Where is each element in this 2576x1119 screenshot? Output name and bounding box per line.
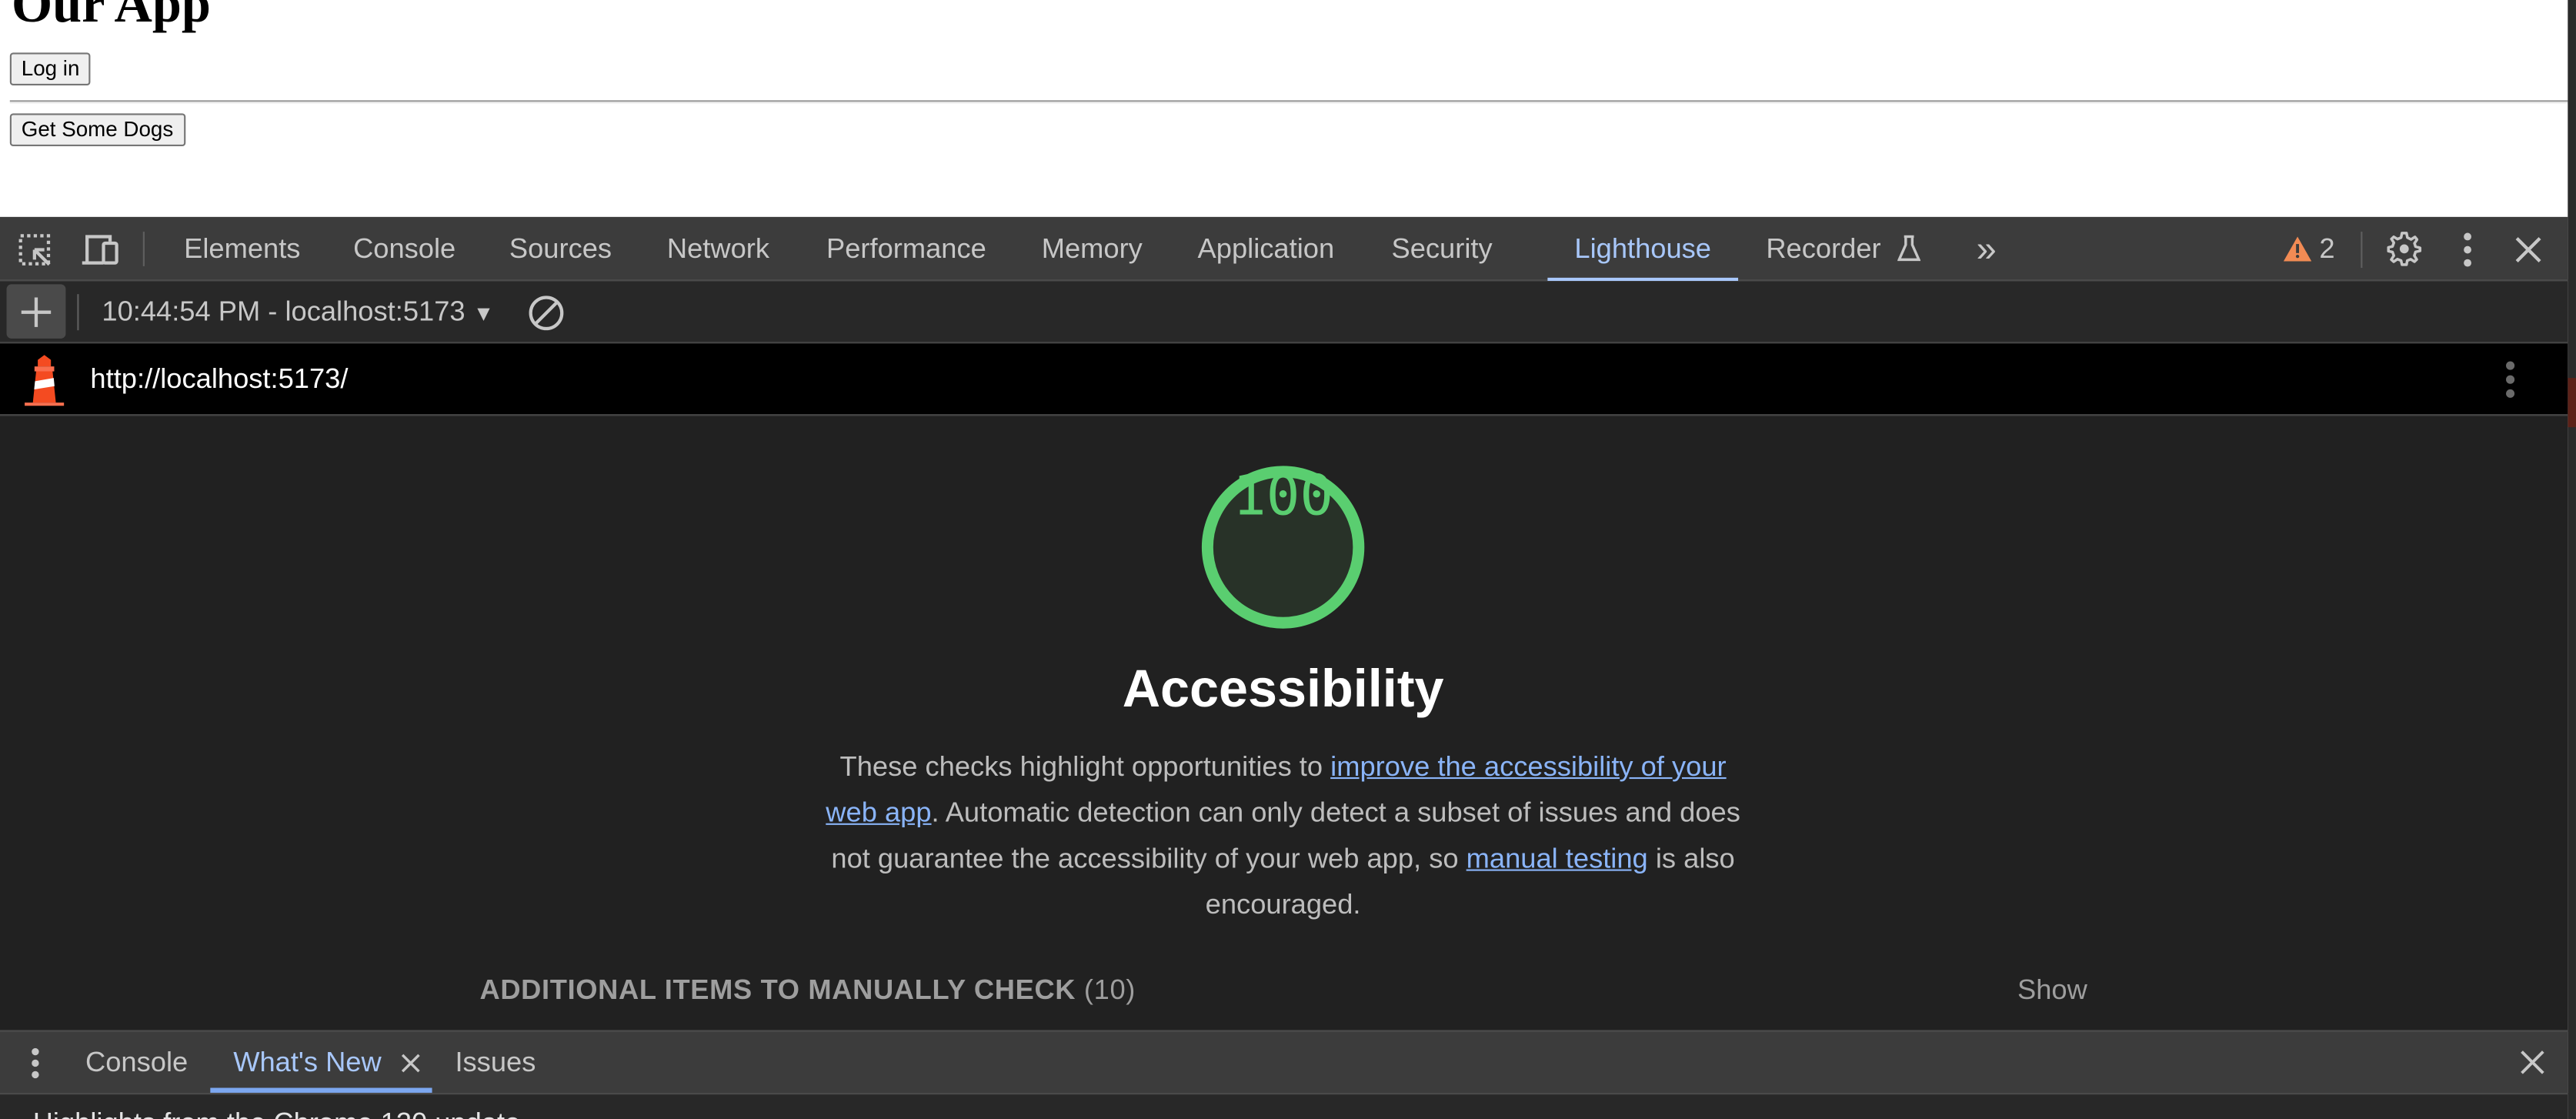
report-selector-value: 10:44:54 PM - localhost:5173 xyxy=(102,296,465,327)
manual-checks-title: ADDITIONAL ITEMS TO MANUALLY CHECK xyxy=(479,974,1076,1006)
divider xyxy=(9,100,2568,104)
new-report-button[interactable] xyxy=(6,284,66,339)
experiment-flask-icon xyxy=(1896,235,1920,262)
tab-security[interactable]: Security xyxy=(1392,217,1493,281)
clear-all-icon[interactable] xyxy=(527,294,565,332)
get-dogs-button[interactable]: Get Some Dogs xyxy=(9,113,185,147)
dropdown-arrow-icon: ▼ xyxy=(472,300,495,326)
window-edge xyxy=(2568,0,2576,1119)
tab-elements[interactable]: Elements xyxy=(184,217,300,281)
close-devtools-icon[interactable] xyxy=(2515,236,2541,263)
drawer-tab-issues[interactable]: Issues xyxy=(455,1032,536,1093)
report-selector[interactable]: 10:44:54 PM - localhost:5173 ▼ xyxy=(102,281,494,342)
tab-application[interactable]: Application xyxy=(1198,217,1335,281)
drawer-tab-console[interactable]: Console xyxy=(85,1032,188,1093)
close-drawer-icon[interactable] xyxy=(2520,1050,2544,1074)
lighthouse-report: 100 Accessibility These checks highlight… xyxy=(0,416,2568,1030)
category-title: Accessibility xyxy=(1122,659,1444,719)
toolbar-divider xyxy=(2361,232,2363,269)
tab-performance[interactable]: Performance xyxy=(826,217,986,281)
desc-text: These checks highlight opportunities to xyxy=(839,750,1331,783)
inspect-element-icon[interactable] xyxy=(18,233,54,269)
tab-recorder-label: Recorder xyxy=(1766,233,1881,265)
warning-count: 2 xyxy=(2319,233,2335,265)
tab-memory[interactable]: Memory xyxy=(1042,217,1143,281)
more-tabs-chevron-icon[interactable]: » xyxy=(1977,217,1997,281)
login-button[interactable]: Log in xyxy=(9,52,92,86)
drawer-toolbar: Console What's New Issues xyxy=(0,1030,2568,1095)
window-edge-accent xyxy=(2568,378,2576,428)
tab-console[interactable]: Console xyxy=(353,217,455,281)
manual-testing-link[interactable]: manual testing xyxy=(1467,843,1648,874)
drawer-tab-whats-new-label: What's New xyxy=(233,1047,382,1078)
devtools-toolbar: Elements Console Sources Network Perform… xyxy=(0,216,2568,282)
drawer-tab-whats-new[interactable]: What's New xyxy=(210,1032,432,1093)
tab-recorder[interactable]: Recorder xyxy=(1766,217,1920,281)
more-options-icon[interactable] xyxy=(2461,232,2474,268)
report-url-bar: http://localhost:5173/ xyxy=(0,343,2568,416)
drawer-menu-icon[interactable] xyxy=(29,1047,41,1080)
page-heading: Our App xyxy=(11,0,211,33)
whats-new-heading: Highlights from the Chrome 120 update xyxy=(33,1107,521,1119)
toolbar-divider xyxy=(142,232,145,266)
tab-lighthouse[interactable]: Lighthouse xyxy=(1547,217,1739,282)
tab-sources[interactable]: Sources xyxy=(509,217,612,281)
warning-icon xyxy=(2283,236,2312,262)
report-menu-icon[interactable] xyxy=(2504,360,2517,399)
warnings-counter[interactable]: 2 xyxy=(2283,217,2335,281)
category-description: These checks highlight opportunities to … xyxy=(818,744,1748,928)
manual-checks-count: (10) xyxy=(1083,974,1136,1006)
lighthouse-logo-icon xyxy=(25,355,65,406)
settings-gear-icon[interactable] xyxy=(2385,230,2422,266)
close-tab-icon[interactable] xyxy=(401,1054,421,1074)
web-page: Our App Log in Get Some Dogs xyxy=(0,0,2568,217)
whats-new-panel: Highlights from the Chrome 120 update xyxy=(0,1094,2568,1119)
report-url: http://localhost:5173/ xyxy=(90,362,349,395)
toolbar-divider xyxy=(77,294,79,331)
manual-checks-header[interactable]: ADDITIONAL ITEMS TO MANUALLY CHECK (10) xyxy=(479,974,1136,1007)
show-button[interactable]: Show xyxy=(2017,974,2087,1007)
tab-network[interactable]: Network xyxy=(667,217,769,281)
score-value: 100 xyxy=(1233,463,1334,529)
lighthouse-toolbar: 10:44:54 PM - localhost:5173 ▼ xyxy=(0,281,2568,344)
plus-icon xyxy=(21,297,52,327)
device-toolbar-icon[interactable] xyxy=(81,233,120,266)
